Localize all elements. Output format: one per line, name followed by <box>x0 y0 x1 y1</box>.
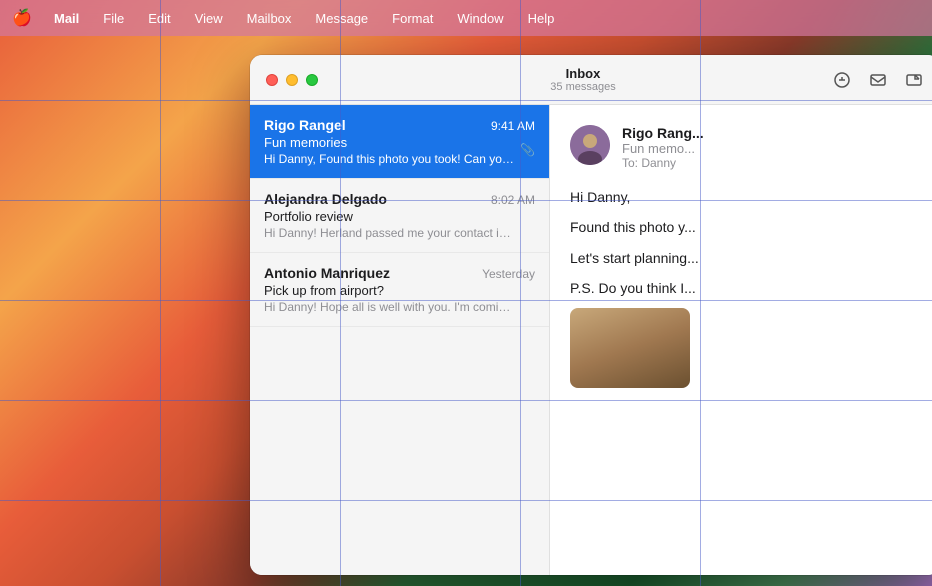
compose-icon[interactable] <box>904 70 924 90</box>
grid-line-v4 <box>700 0 701 586</box>
message-list-panel[interactable]: Rigo Rangel 9:41 AM Fun memories Hi Dann… <box>250 105 550 575</box>
attachment-icon-1: 📎 <box>520 143 535 157</box>
window-content: Rigo Rangel 9:41 AM Fun memories Hi Dann… <box>250 105 932 575</box>
minimize-button[interactable] <box>286 74 298 86</box>
filter-icon[interactable] <box>832 70 852 90</box>
menubar: 🍎 Mail File Edit View Mailbox Message Fo… <box>0 0 932 36</box>
detail-info: Rigo Rang... Fun memo... To: Danny <box>622 125 920 170</box>
sender-3: Antonio Manriquez <box>264 265 390 281</box>
preview-2: Hi Danny! Herland passed me your contact… <box>264 226 514 240</box>
body-line-2: Found this photo y... <box>570 216 920 238</box>
avatar <box>570 125 610 165</box>
time-3: Yesterday <box>482 267 535 281</box>
body-line-3: Let's start planning... <box>570 247 920 269</box>
time-1: 9:41 AM <box>491 119 535 133</box>
apple-menu[interactable]: 🍎 <box>12 8 32 28</box>
maximize-button[interactable] <box>306 74 318 86</box>
apple-icon: 🍎 <box>12 8 32 28</box>
body-line-4: P.S. Do you think I... <box>570 277 920 299</box>
mailbox-icon[interactable] <box>868 70 888 90</box>
subject-2: Portfolio review <box>264 209 535 224</box>
message-item-2[interactable]: Alejandra Delgado 8:02 AM Portfolio revi… <box>250 179 549 253</box>
message-header-1: Rigo Rangel 9:41 AM <box>264 117 535 133</box>
detail-sender-name: Rigo Rang... <box>622 125 920 141</box>
grid-line-v2 <box>340 0 341 586</box>
menu-view[interactable]: View <box>185 9 233 28</box>
menu-help[interactable]: Help <box>518 9 565 28</box>
preview-3: Hi Danny! Hope all is well with you. I'm… <box>264 300 514 314</box>
message-item-1[interactable]: Rigo Rangel 9:41 AM Fun memories Hi Dann… <box>250 105 549 179</box>
sender-2: Alejandra Delgado <box>264 191 387 207</box>
message-count: 35 messages <box>334 81 832 93</box>
mail-window: Inbox 35 messages <box>250 55 932 575</box>
menu-message[interactable]: Message <box>305 9 378 28</box>
message-item-3[interactable]: Antonio Manriquez Yesterday Pick up from… <box>250 253 549 327</box>
detail-to: To: Danny <box>622 156 920 170</box>
menu-format[interactable]: Format <box>382 9 443 28</box>
preview-1: Hi Danny, Found this photo you took! Can… <box>264 152 514 166</box>
toolbar-icons <box>832 70 924 90</box>
traffic-lights <box>266 74 318 86</box>
grid-line-h3 <box>0 300 932 301</box>
subject-3: Pick up from airport? <box>264 283 535 298</box>
detail-image <box>570 308 690 388</box>
close-button[interactable] <box>266 74 278 86</box>
window-title-area: Inbox 35 messages <box>334 66 832 93</box>
detail-body: Hi Danny, Found this photo y... Let's st… <box>570 186 920 388</box>
menu-mail[interactable]: Mail <box>44 9 89 28</box>
sender-1: Rigo Rangel <box>264 117 346 133</box>
body-line-1: Hi Danny, <box>570 186 920 208</box>
subject-1: Fun memories <box>264 135 535 150</box>
grid-line-v3 <box>520 0 521 586</box>
menu-mailbox[interactable]: Mailbox <box>237 9 302 28</box>
message-detail-panel: Rigo Rang... Fun memo... To: Danny Hi Da… <box>550 105 932 575</box>
window-titlebar: Inbox 35 messages <box>250 55 932 105</box>
grid-line-h4 <box>0 400 932 401</box>
message-header-2: Alejandra Delgado 8:02 AM <box>264 191 535 207</box>
grid-line-h2 <box>0 200 932 201</box>
grid-line-h5 <box>0 500 932 501</box>
message-header-3: Antonio Manriquez Yesterday <box>264 265 535 281</box>
inbox-title: Inbox <box>334 66 832 81</box>
menu-window[interactable]: Window <box>447 9 513 28</box>
grid-line-v1 <box>160 0 161 586</box>
menu-file[interactable]: File <box>93 9 134 28</box>
grid-line-h1 <box>0 100 932 101</box>
detail-sender-row: Rigo Rang... Fun memo... To: Danny <box>570 125 920 170</box>
detail-subject-label: Fun memo... <box>622 141 920 156</box>
